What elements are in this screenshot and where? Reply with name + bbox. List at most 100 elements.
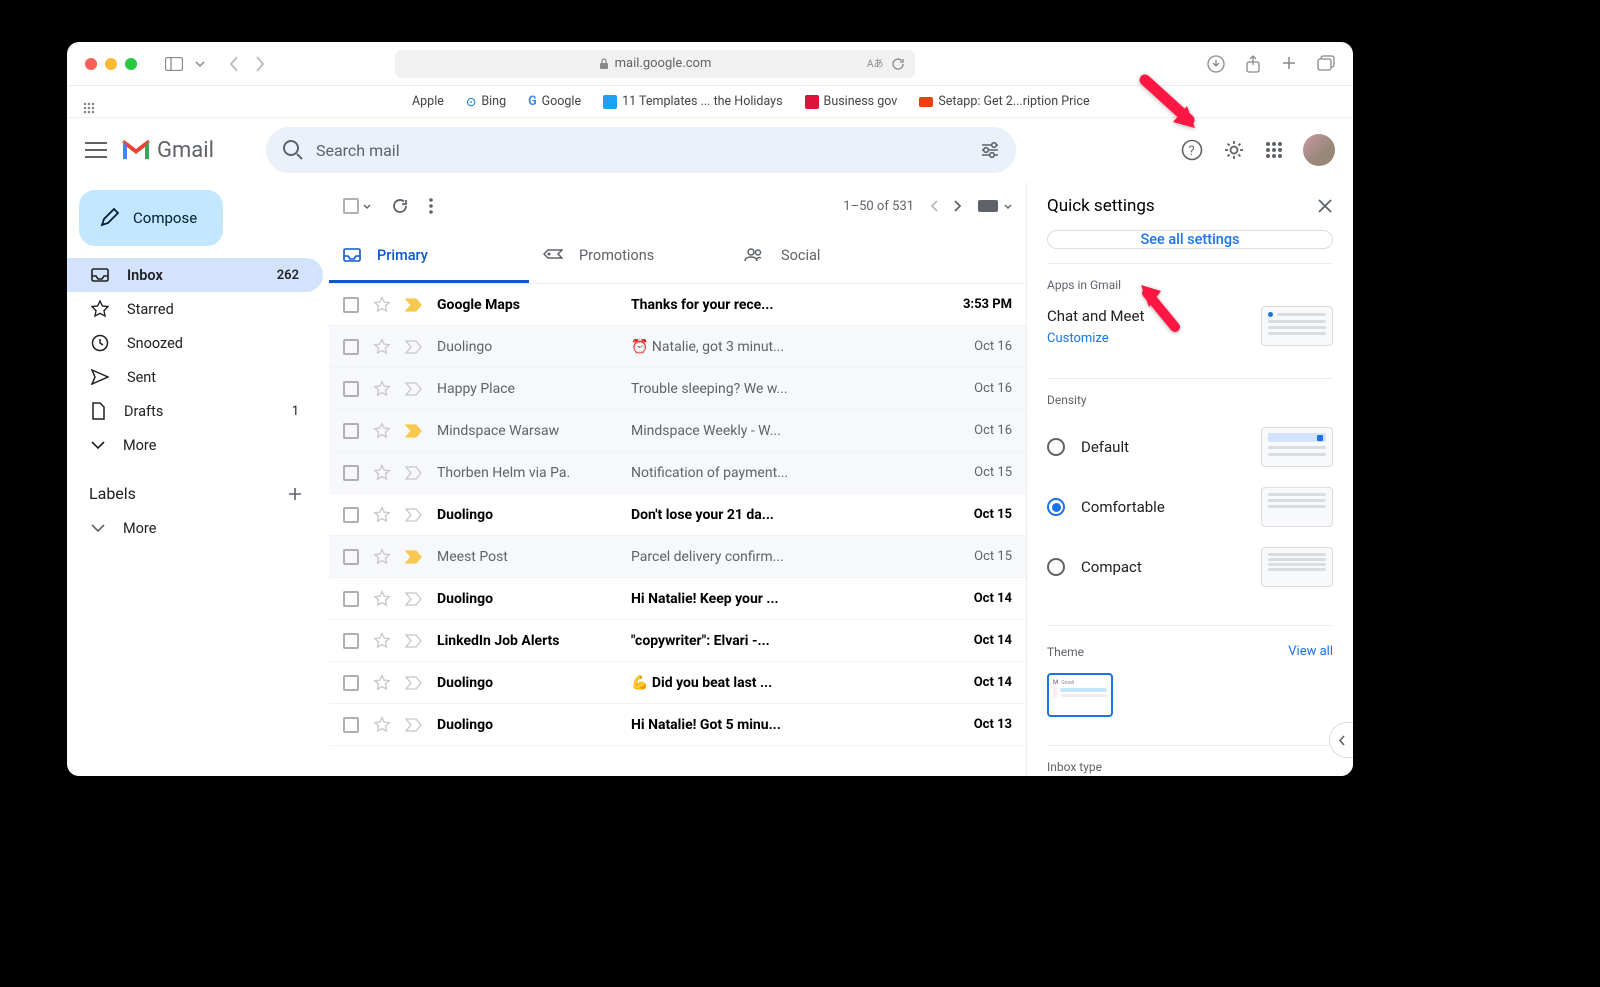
tab-primary[interactable]: Primary	[329, 230, 529, 283]
email-row[interactable]: Duolingo Hi Natalie! Got 5 minu... Oct 1…	[329, 704, 1026, 746]
email-row[interactable]: Duolingo Don't lose your 21 da... Oct 15	[329, 494, 1026, 536]
star-icon[interactable]	[373, 338, 391, 356]
row-checkbox[interactable]	[343, 591, 359, 607]
email-sender: Duolingo	[437, 591, 617, 607]
page-next-icon[interactable]	[954, 200, 962, 212]
row-checkbox[interactable]	[343, 423, 359, 439]
star-icon[interactable]	[373, 632, 391, 650]
email-row[interactable]: Meest Post Parcel delivery confirm... Oc…	[329, 536, 1026, 578]
importance-icon[interactable]	[405, 382, 423, 396]
main-menu-icon[interactable]	[85, 142, 107, 158]
tab-social[interactable]: Social	[729, 230, 929, 283]
sidebar-toggle-icon[interactable]	[165, 57, 205, 71]
nav-inbox[interactable]: Inbox262	[67, 258, 323, 292]
row-checkbox[interactable]	[343, 297, 359, 313]
bookmark-bing[interactable]: ⊙Bing	[466, 94, 506, 110]
star-icon[interactable]	[373, 716, 391, 734]
row-checkbox[interactable]	[343, 339, 359, 355]
nav-starred[interactable]: Starred	[67, 292, 323, 326]
row-checkbox[interactable]	[343, 465, 359, 481]
email-row[interactable]: LinkedIn Job Alerts "copywriter": Elvari…	[329, 620, 1026, 662]
input-tools-icon[interactable]	[978, 200, 1012, 212]
select-all-checkbox[interactable]	[343, 198, 371, 214]
star-icon[interactable]	[373, 296, 391, 314]
search-options-icon[interactable]	[980, 141, 1000, 159]
importance-icon[interactable]	[405, 550, 423, 564]
tabs-icon[interactable]	[1317, 55, 1335, 71]
minimize-window-icon[interactable]	[105, 58, 117, 70]
importance-icon[interactable]	[405, 466, 423, 480]
page-prev-icon[interactable]	[930, 200, 938, 212]
importance-icon[interactable]	[405, 508, 423, 522]
share-icon[interactable]	[1245, 55, 1261, 73]
importance-icon[interactable]	[405, 298, 423, 312]
star-icon[interactable]	[373, 380, 391, 398]
importance-icon[interactable]	[405, 424, 423, 438]
bookmark-apple[interactable]: Apple	[407, 94, 444, 109]
more-icon[interactable]	[429, 198, 433, 214]
bookmark-business[interactable]: Business gov	[805, 94, 898, 109]
nav-sent[interactable]: Sent	[67, 360, 323, 394]
window-controls[interactable]	[85, 58, 137, 70]
email-row[interactable]: Google Maps Thanks for your rece... 3:53…	[329, 284, 1026, 326]
maximize-window-icon[interactable]	[125, 58, 137, 70]
app-grid-icon[interactable]	[83, 102, 95, 114]
chevron-down-icon[interactable]	[195, 61, 205, 67]
email-row[interactable]: Duolingo 💪 Did you beat last ... Oct 14	[329, 662, 1026, 704]
downloads-icon[interactable]	[1207, 55, 1225, 73]
email-row[interactable]: Thorben Helm via Pa. Notification of pay…	[329, 452, 1026, 494]
density-compact[interactable]: Compact	[1047, 537, 1333, 597]
search-bar[interactable]: Search mail	[266, 127, 1016, 173]
row-checkbox[interactable]	[343, 633, 359, 649]
reload-icon[interactable]	[891, 57, 905, 71]
star-icon[interactable]	[373, 422, 391, 440]
bookmark-google[interactable]: GGoogle	[528, 94, 581, 109]
email-row[interactable]: Duolingo ⏰ Natalie, got 3 minut... Oct 1…	[329, 326, 1026, 368]
nav-drafts[interactable]: Drafts1	[67, 394, 323, 428]
gmail-logo[interactable]: Gmail	[121, 138, 214, 163]
tab-promotions[interactable]: Promotions	[529, 230, 729, 283]
see-all-settings-button[interactable]: See all settings	[1047, 230, 1333, 249]
row-checkbox[interactable]	[343, 381, 359, 397]
importance-icon[interactable]	[405, 676, 423, 690]
importance-icon[interactable]	[405, 718, 423, 732]
theme-thumbnail[interactable]: MGmail	[1047, 673, 1113, 717]
forward-icon[interactable]	[255, 56, 265, 72]
compose-button[interactable]: Compose	[79, 190, 223, 246]
help-icon[interactable]: ?	[1181, 139, 1203, 161]
row-checkbox[interactable]	[343, 675, 359, 691]
star-icon[interactable]	[373, 590, 391, 608]
close-window-icon[interactable]	[85, 58, 97, 70]
nav-snoozed[interactable]: Snoozed	[67, 326, 323, 360]
back-icon[interactable]	[229, 56, 239, 72]
row-checkbox[interactable]	[343, 507, 359, 523]
email-row[interactable]: Duolingo Hi Natalie! Keep your ... Oct 1…	[329, 578, 1026, 620]
email-row[interactable]: Mindspace Warsaw Mindspace Weekly - W...…	[329, 410, 1026, 452]
settings-icon[interactable]	[1223, 139, 1245, 161]
account-avatar[interactable]	[1303, 134, 1335, 166]
star-icon[interactable]	[373, 506, 391, 524]
importance-icon[interactable]	[405, 592, 423, 606]
nav-more[interactable]: More	[67, 428, 323, 462]
apps-icon[interactable]	[1265, 141, 1283, 159]
density-comfortable[interactable]: Comfortable	[1047, 477, 1333, 537]
close-settings-icon[interactable]	[1317, 198, 1333, 214]
row-checkbox[interactable]	[343, 549, 359, 565]
url-bar[interactable]: mail.google.com Aあ	[395, 50, 915, 78]
bookmark-templates[interactable]: 11 Templates ... the Holidays	[603, 94, 782, 109]
row-checkbox[interactable]	[343, 717, 359, 733]
star-icon[interactable]	[373, 548, 391, 566]
email-row[interactable]: Happy Place Trouble sleeping? We w... Oc…	[329, 368, 1026, 410]
density-default[interactable]: Default	[1047, 417, 1333, 477]
star-icon[interactable]	[373, 674, 391, 692]
new-tab-icon[interactable]	[1281, 55, 1297, 71]
bookmark-setapp[interactable]: Setapp: Get 2...ription Price	[919, 94, 1089, 109]
importance-icon[interactable]	[405, 634, 423, 648]
importance-icon[interactable]	[405, 340, 423, 354]
star-icon[interactable]	[373, 464, 391, 482]
translate-icon[interactable]: Aあ	[867, 57, 883, 69]
theme-view-all-link[interactable]: View all	[1288, 644, 1333, 659]
labels-more[interactable]: More	[67, 511, 323, 545]
add-label-icon[interactable]	[287, 486, 303, 502]
refresh-icon[interactable]	[391, 197, 409, 215]
